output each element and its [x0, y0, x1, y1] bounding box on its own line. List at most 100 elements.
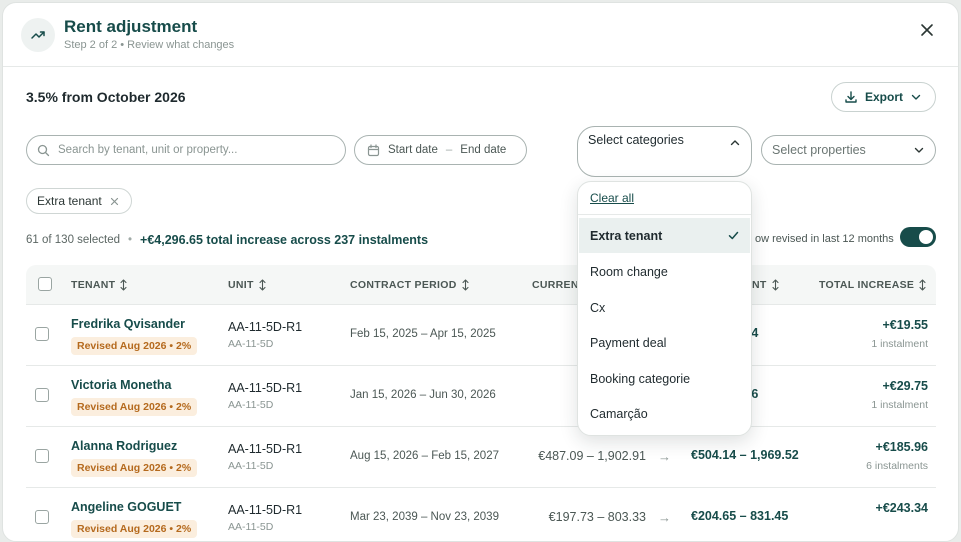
summary-separator: • — [128, 234, 133, 246]
contract-period: Aug 15, 2026 – Feb 15, 2027 — [350, 450, 499, 462]
end-date[interactable]: End date — [460, 144, 506, 156]
contract-period: Mar 23, 2039 – Nov 23, 2039 — [350, 511, 499, 523]
selected-count: 61 of 130 selected — [26, 234, 120, 246]
close-icon[interactable] — [917, 20, 937, 40]
date-range-picker[interactable]: Start date – End date — [354, 135, 527, 165]
trend-up-icon — [21, 18, 55, 52]
properties-placeholder: Select properties — [772, 143, 866, 157]
categories-placeholder: Select categories — [588, 133, 684, 147]
check-icon — [728, 231, 739, 240]
sort-icon — [120, 279, 127, 291]
column-new[interactable]: NT — [752, 279, 780, 291]
unit-code: AA-11-5D-R1 — [228, 442, 303, 456]
current-rent: €197.73 – 803.33 — [548, 510, 646, 524]
chevron-down-icon — [911, 94, 921, 100]
row-checkbox[interactable] — [35, 449, 49, 463]
column-tenant[interactable]: TENANT — [71, 279, 128, 291]
table-row[interactable]: Alanna Rodriguez Revised Aug 2026 • 2% A… — [26, 427, 936, 488]
column-label: TOTAL INCREASE — [819, 279, 915, 291]
select-all-checkbox[interactable] — [38, 277, 52, 291]
categories-select[interactable]: Select categories — [577, 126, 752, 177]
category-option-booking-categorie[interactable]: Booking categorie — [579, 361, 750, 396]
total-increase: +€243.34 — [875, 501, 928, 515]
total-increase: +€19.55 — [882, 318, 928, 332]
rent-adjustment-modal: Rent adjustment Step 2 of 2 • Review wha… — [2, 2, 959, 542]
export-label: Export — [865, 90, 904, 104]
total-increase-summary: +€4,296.65 total increase across 237 ins… — [140, 233, 429, 247]
total-increase: +€29.75 — [882, 379, 928, 393]
toggle-knob — [919, 230, 933, 244]
row-checkbox[interactable] — [35, 327, 49, 341]
instalments: 6 instalments — [866, 460, 928, 472]
category-option-room-change[interactable]: Room change — [579, 254, 750, 289]
categories-dropdown: Clear all Extra tenant Room change Cx Pa… — [577, 181, 752, 436]
column-contract-period[interactable]: CONTRACT PERIOD — [350, 279, 470, 291]
modal-title: Rent adjustment — [64, 17, 198, 36]
table-row[interactable]: Victoria Monetha Revised Aug 2026 • 2% A… — [26, 366, 936, 427]
status-badge: Revised Aug 2026 • 2% — [71, 520, 198, 538]
search-input[interactable] — [58, 144, 328, 156]
new-rent: €504.14 – 1,969.52 — [691, 448, 799, 462]
option-label: Booking categorie — [590, 371, 691, 386]
status-badge: Revised Aug 2026 • 2% — [71, 398, 198, 416]
dropdown-divider — [578, 214, 751, 215]
row-checkbox[interactable] — [35, 510, 49, 524]
section-title: 3.5% from October 2026 — [26, 89, 186, 105]
new-rent: €204.65 – 831.45 — [691, 509, 789, 523]
option-label: Payment deal — [590, 335, 667, 350]
sort-icon — [919, 279, 926, 291]
table-row[interactable]: Angeline GOGUET Revised Aug 2026 • 2% AA… — [26, 488, 936, 541]
properties-select[interactable]: Select properties — [761, 135, 936, 165]
unit-code: AA-11-5D-R1 — [228, 320, 303, 334]
sort-icon — [462, 279, 469, 291]
show-revised-toggle[interactable] — [900, 227, 936, 247]
clear-all-link[interactable]: Clear all — [590, 191, 634, 205]
column-label: CURREN — [532, 279, 579, 291]
modal-subtitle: Step 2 of 2 • Review what changes — [64, 39, 235, 51]
category-option-extra-tenant[interactable]: Extra tenant — [579, 218, 750, 253]
row-checkbox[interactable] — [35, 388, 49, 402]
total-increase: +€185.96 — [875, 440, 928, 454]
column-unit[interactable]: UNIT — [228, 279, 267, 291]
category-option-payment-deal[interactable]: Payment deal — [579, 325, 750, 360]
calendar-icon — [367, 143, 380, 156]
instalments: 1 instalment — [871, 338, 928, 350]
unit-sub: AA-11-5D — [228, 460, 274, 472]
selection-summary: 61 of 130 selected • +€4,296.65 total in… — [26, 233, 428, 247]
download-icon — [845, 91, 857, 103]
start-date[interactable]: Start date — [388, 144, 438, 156]
status-badge: Revised Aug 2026 • 2% — [71, 337, 198, 355]
column-total-increase[interactable]: TOTAL INCREASE — [819, 279, 927, 291]
chevron-up-icon — [730, 140, 740, 146]
option-label: Camarção — [590, 406, 648, 421]
tenant-name[interactable]: Fredrika Qvisander — [71, 317, 185, 331]
unit-code: AA-11-5D-R1 — [228, 381, 303, 395]
column-label: UNIT — [228, 279, 254, 291]
sort-icon — [259, 279, 266, 291]
search-icon — [37, 144, 50, 156]
status-badge: Revised Aug 2026 • 2% — [71, 459, 198, 477]
unit-code: AA-11-5D-R1 — [228, 503, 303, 517]
modal-header: Rent adjustment Step 2 of 2 • Review wha… — [3, 3, 958, 67]
toggle-label: ow revised in last 12 months — [755, 233, 894, 245]
column-label: NT — [752, 279, 767, 291]
tenant-name[interactable]: Angeline GOGUET — [71, 500, 181, 514]
arrow-right-icon: → — [658, 510, 671, 525]
option-label: Room change — [590, 264, 668, 279]
filter-chip-extra-tenant: Extra tenant — [26, 188, 132, 214]
tenant-name[interactable]: Victoria Monetha — [71, 378, 171, 392]
arrow-right-icon: → — [658, 449, 671, 464]
unit-sub: AA-11-5D — [228, 399, 274, 411]
export-button[interactable]: Export — [831, 82, 936, 112]
category-option-cx[interactable]: Cx — [579, 290, 750, 325]
close-icon[interactable] — [110, 197, 119, 206]
option-label: Extra tenant — [590, 228, 663, 243]
search-field[interactable] — [26, 135, 346, 165]
column-current[interactable]: CURREN — [532, 279, 579, 291]
chevron-down-icon — [914, 147, 924, 153]
contract-period: Feb 15, 2025 – Apr 15, 2025 — [350, 328, 496, 340]
table-row[interactable]: Fredrika Qvisander Revised Aug 2026 • 2%… — [26, 305, 936, 366]
category-option-camarcao[interactable]: Camarção — [579, 396, 750, 431]
tenant-name[interactable]: Alanna Rodriguez — [71, 439, 177, 453]
chip-label: Extra tenant — [37, 194, 102, 208]
